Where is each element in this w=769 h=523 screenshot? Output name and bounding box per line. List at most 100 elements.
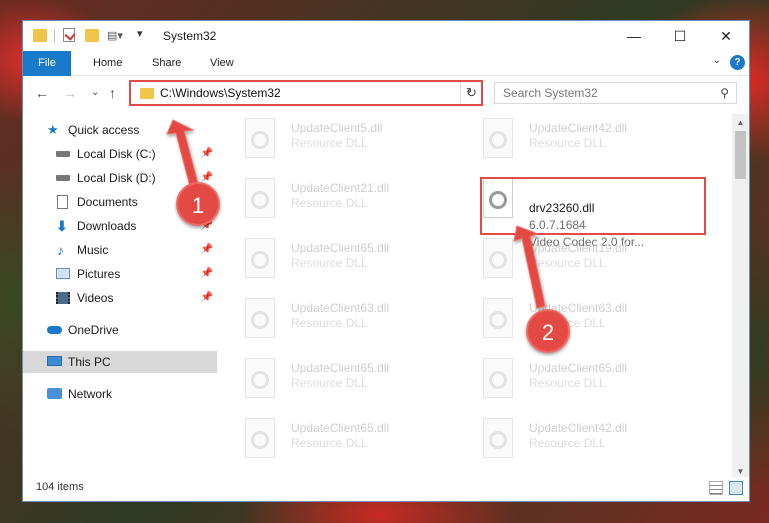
sidebar-item-onedrive[interactable]: OneDrive bbox=[23, 319, 217, 341]
sidebar-item-music[interactable]: ♪ Music 📌 bbox=[23, 239, 217, 261]
file-item[interactable]: UpdateClient21.dll Resource DLL bbox=[233, 174, 443, 224]
address-bar[interactable]: C:\Windows\System32 ⌄ bbox=[129, 80, 483, 106]
folder-icon bbox=[33, 29, 47, 42]
scrollbar-thumb[interactable] bbox=[735, 131, 746, 179]
maximize-button[interactable]: ☐ bbox=[657, 21, 703, 51]
search-input[interactable]: Search System32 ⚲ bbox=[494, 82, 737, 104]
recent-locations-icon[interactable]: ⌄ bbox=[91, 87, 99, 98]
tab-view[interactable]: View bbox=[210, 51, 234, 75]
file-description: Resource DLL bbox=[291, 316, 368, 330]
back-arrow-icon[interactable]: ← bbox=[35, 85, 49, 101]
sidebar-item-label: Local Disk (D:) bbox=[77, 171, 156, 185]
dll-file-icon bbox=[245, 418, 275, 458]
dll-file-icon bbox=[483, 418, 513, 458]
pin-icon: 📌 bbox=[200, 244, 213, 255]
sidebar-item-label: Pictures bbox=[77, 267, 121, 281]
file-item[interactable]: UpdateClient42.dll Resource DLL bbox=[471, 114, 681, 164]
dll-file-icon bbox=[245, 178, 275, 218]
dll-file-icon bbox=[245, 358, 275, 398]
file-description: Resource DLL bbox=[529, 376, 606, 390]
file-list: UpdateClient5.dll Resource DLL UpdateCli… bbox=[233, 114, 733, 474]
file-item[interactable]: UpdateClient65.dll Resource DLL bbox=[233, 414, 443, 464]
pin-icon: 📌 bbox=[200, 268, 213, 279]
file-item[interactable]: UpdateClient63.dll Resource DLL bbox=[233, 294, 443, 344]
file-description: Resource DLL bbox=[529, 436, 606, 450]
file-explorer-window: ▤▾ ▾ System32 — ☐ ✕ File Home Share View… bbox=[22, 20, 750, 502]
minimize-button[interactable]: — bbox=[611, 21, 657, 51]
file-description: Resource DLL bbox=[529, 256, 606, 270]
sidebar-item-label: This PC bbox=[68, 355, 111, 369]
forward-arrow-icon[interactable]: → bbox=[63, 85, 77, 101]
search-icon[interactable]: ⚲ bbox=[720, 86, 729, 100]
dll-file-icon bbox=[245, 298, 275, 338]
file-item[interactable]: UpdateClient65.dll Resource DLL bbox=[233, 234, 443, 284]
file-name: UpdateClient5.dll bbox=[291, 121, 383, 135]
file-item[interactable]: UpdateClient5.dll Resource DLL bbox=[233, 114, 443, 164]
sidebar-item-label: Music bbox=[77, 243, 109, 257]
dll-file-icon bbox=[483, 118, 513, 158]
file-name: UpdateClient65.dll bbox=[291, 241, 390, 255]
large-icons-view-icon[interactable] bbox=[729, 481, 743, 495]
videos-icon bbox=[56, 292, 70, 304]
customize-toolbar-icon[interactable]: ▤▾ bbox=[107, 29, 123, 45]
file-item[interactable]: UpdateClient19.dll Resource DLL bbox=[471, 234, 681, 284]
sidebar-item-quick-access[interactable]: ★ Quick access bbox=[23, 119, 217, 141]
sidebar-item-label: OneDrive bbox=[68, 323, 119, 337]
cloud-icon bbox=[47, 326, 62, 334]
up-arrow-icon[interactable]: ↑ bbox=[109, 85, 116, 101]
file-name: UpdateClient65.dll bbox=[291, 421, 390, 435]
pictures-icon bbox=[56, 268, 70, 279]
refresh-button[interactable]: ↻ bbox=[460, 82, 482, 104]
file-item[interactable]: UpdateClient65.dll Resource DLL bbox=[233, 354, 443, 404]
tab-share[interactable]: Share bbox=[152, 51, 181, 75]
quick-access-dropdown-icon[interactable]: ▾ bbox=[137, 27, 143, 43]
sidebar-item-local-disk-c[interactable]: Local Disk (C:) 📌 bbox=[23, 143, 217, 165]
file-name: UpdateClient65.dll bbox=[291, 361, 390, 375]
sidebar-item-label: Downloads bbox=[77, 219, 137, 233]
tab-home[interactable]: Home bbox=[93, 51, 122, 75]
computer-icon bbox=[47, 356, 62, 366]
file-description: Resource DLL bbox=[291, 136, 368, 150]
file-item[interactable]: UpdateClient42.dll Resource DLL bbox=[471, 414, 681, 464]
vertical-scrollbar[interactable]: ▲ ▼ bbox=[732, 114, 749, 480]
search-placeholder: Search System32 bbox=[503, 86, 598, 100]
properties-icon[interactable] bbox=[63, 28, 76, 42]
sidebar-item-label: Local Disk (C:) bbox=[77, 147, 156, 161]
scroll-up-icon[interactable]: ▲ bbox=[732, 114, 749, 131]
details-view-icon[interactable] bbox=[709, 481, 723, 495]
drive-icon bbox=[56, 175, 70, 181]
sidebar-item-pictures[interactable]: Pictures 📌 bbox=[23, 263, 217, 285]
ribbon-tabs: File Home Share View ⌄ ? bbox=[23, 51, 749, 101]
sidebar-item-network[interactable]: Network bbox=[23, 383, 217, 405]
callout-badge-2: 2 bbox=[526, 309, 570, 353]
close-button[interactable]: ✕ bbox=[703, 21, 749, 51]
sidebar-item-videos[interactable]: Videos 📌 bbox=[23, 287, 217, 309]
sidebar-item-label: Quick access bbox=[68, 123, 140, 137]
new-folder-icon[interactable] bbox=[85, 29, 99, 42]
file-description: Resource DLL bbox=[291, 256, 368, 270]
help-icon[interactable]: ? bbox=[730, 55, 745, 70]
divider bbox=[54, 30, 55, 42]
sidebar-item-label: Documents bbox=[77, 195, 138, 209]
music-icon: ♪ bbox=[57, 242, 64, 258]
file-name: UpdateClient19.dll bbox=[529, 241, 628, 255]
dll-file-icon bbox=[483, 298, 513, 338]
file-item[interactable]: UpdateClient63.dll Resource DLL bbox=[471, 294, 681, 344]
pin-icon: 📌 bbox=[200, 148, 213, 159]
download-icon: ⬇ bbox=[56, 218, 68, 234]
window-title: System32 bbox=[163, 29, 217, 43]
sidebar-item-this-pc[interactable]: This PC bbox=[23, 351, 217, 373]
expand-ribbon-icon[interactable]: ⌄ bbox=[713, 55, 721, 66]
file-name: UpdateClient42.dll bbox=[529, 421, 628, 435]
file-item[interactable]: UpdateClient65.dll Resource DLL bbox=[471, 354, 681, 404]
file-description: Resource DLL bbox=[291, 376, 368, 390]
file-highlight-box bbox=[480, 177, 706, 235]
navigation-bar: ← → ⌄ ↑ C:\Windows\System32 ⌄ ↻ Search S… bbox=[23, 76, 749, 112]
dll-file-icon bbox=[245, 118, 275, 158]
documents-icon bbox=[57, 195, 68, 209]
file-description: Resource DLL bbox=[291, 436, 368, 450]
dll-file-icon bbox=[245, 238, 275, 278]
file-name: UpdateClient21.dll bbox=[291, 181, 390, 195]
address-path[interactable]: C:\Windows\System32 bbox=[160, 86, 281, 100]
network-icon bbox=[47, 388, 62, 399]
